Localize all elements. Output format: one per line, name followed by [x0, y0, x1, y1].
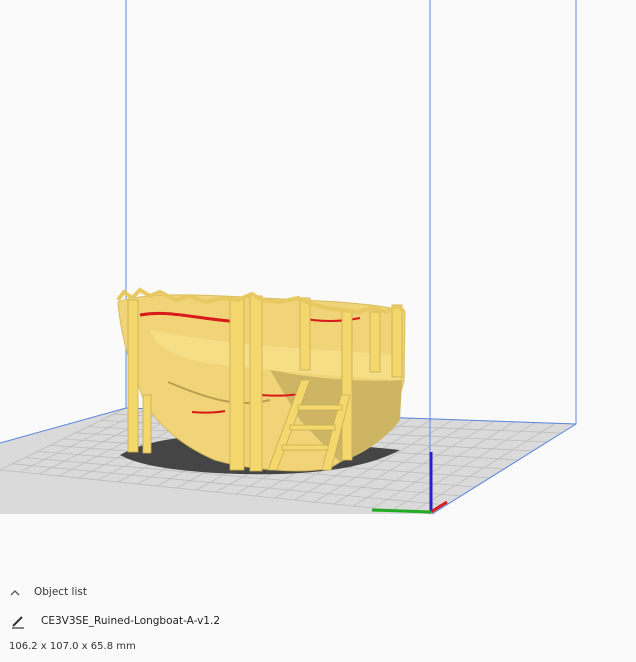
- viewport-canvas[interactable]: [0, 0, 636, 580]
- object-dimensions: 106.2 x 107.0 x 65.8 mm: [9, 641, 136, 652]
- object-list-item[interactable]: CE3V3SE_Ruined-Longboat-A-v1.2: [10, 612, 220, 630]
- object-list-toggle[interactable]: Object list: [8, 584, 87, 600]
- pencil-icon[interactable]: [10, 613, 26, 629]
- object-name: CE3V3SE_Ruined-Longboat-A-v1.2: [41, 615, 221, 627]
- chevron-up-icon: [8, 585, 22, 599]
- object-list-label: Object list: [34, 586, 87, 598]
- 3d-viewport[interactable]: [0, 0, 636, 580]
- object-list-panel: Object list CE3V3SE_Ruined-Longboat-A-v1…: [0, 575, 636, 662]
